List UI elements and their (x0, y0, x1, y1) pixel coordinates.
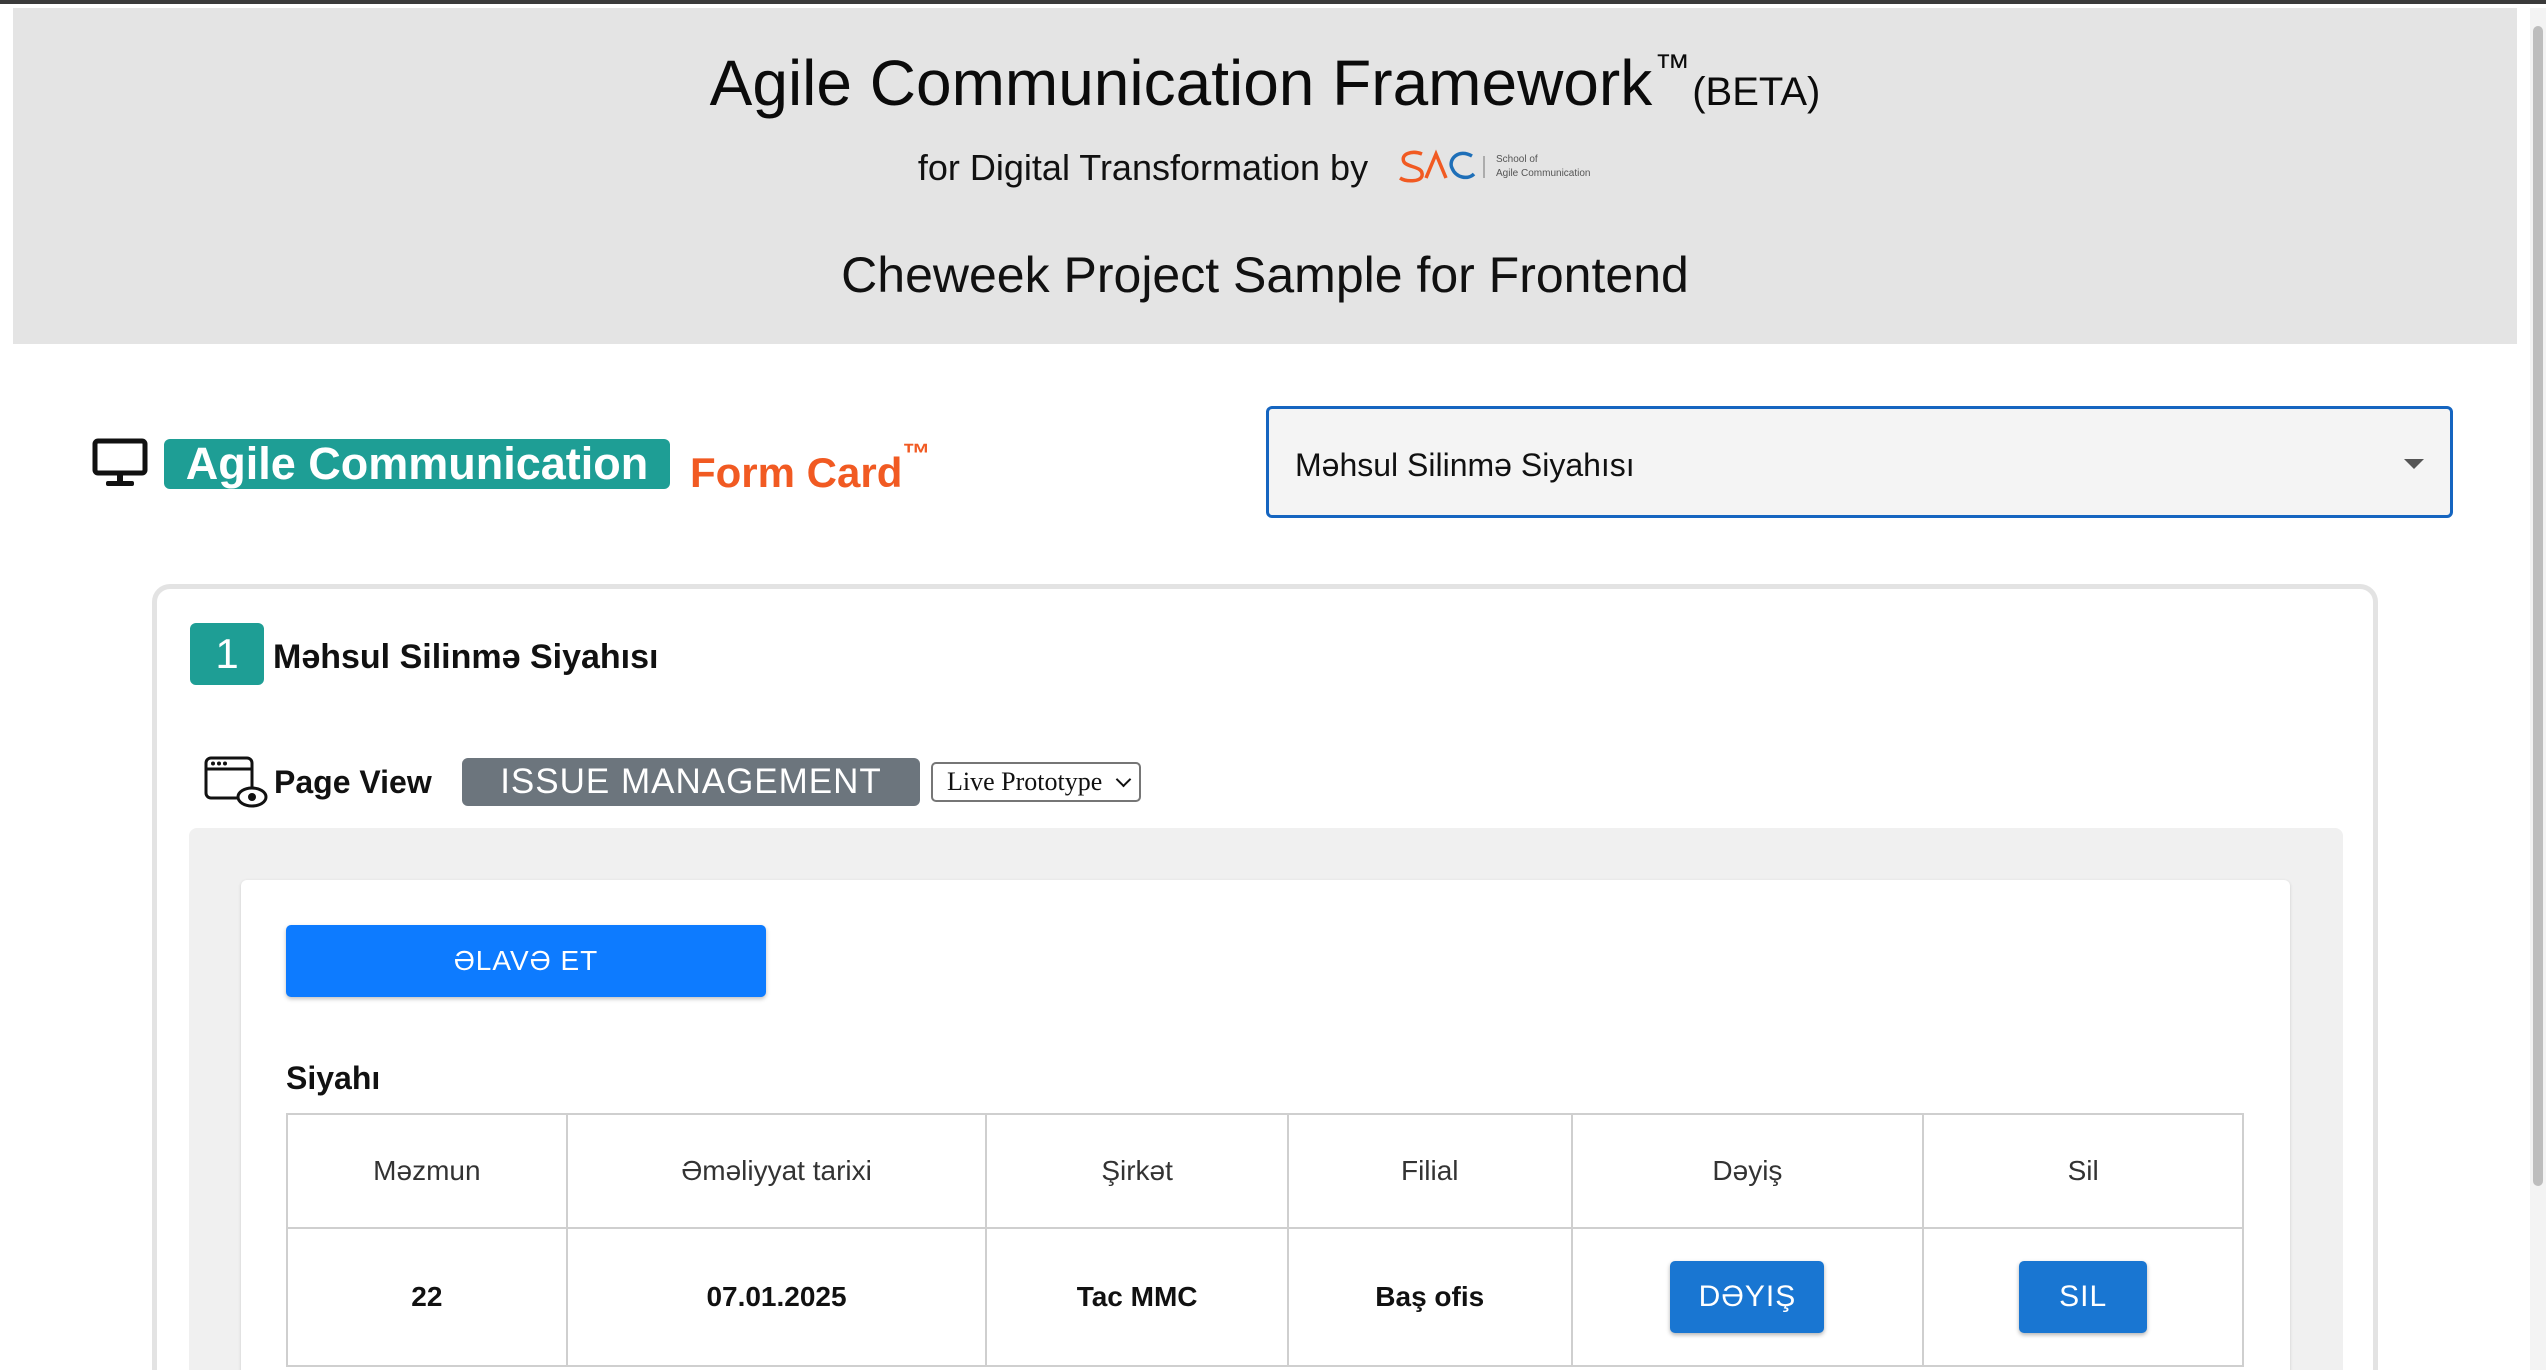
form-select-value: Məhsul Silinmə Siyahısı (1295, 447, 1635, 483)
cell-branch: Baş ofis (1286, 1227, 1573, 1367)
svg-text:School of: School of (1496, 154, 1538, 165)
form-select[interactable]: Məhsul Silinmə Siyahısı (1266, 406, 2453, 518)
column-header: Məzmun (286, 1113, 568, 1229)
svg-text:Agile Communication: Agile Communication (1496, 168, 1591, 179)
header: Agile Communication Framework™(BETA) for… (13, 8, 2517, 344)
form-card-text: Form Card (690, 449, 903, 496)
scrollbar-thumb[interactable] (2533, 26, 2543, 1186)
page-view-label: Page View (274, 764, 432, 800)
live-prototype-value: Live Prototype (947, 767, 1103, 796)
sac-logo: School of Agile Communication (1398, 146, 1612, 195)
delete-button[interactable]: SIL (2019, 1261, 2148, 1333)
card-number-badge: 1 (190, 623, 264, 685)
column-header: Dəyiş (1570, 1113, 1925, 1229)
edit-button[interactable]: DƏYIŞ (1670, 1261, 1825, 1333)
column-header: Filial (1286, 1113, 1573, 1229)
cell-edit: DƏYIŞ (1570, 1227, 1925, 1367)
beta-label: (BETA) (1692, 70, 1821, 114)
add-button[interactable]: ƏLAVƏ ET (286, 925, 766, 997)
monitor-icon (92, 438, 148, 486)
column-header: Şirkət (985, 1113, 1289, 1229)
column-header: Əməliyyat tarixi (565, 1113, 988, 1229)
page-view-icon (204, 756, 268, 808)
cell-content: 22 (286, 1227, 568, 1367)
chevron-down-icon (1115, 771, 1132, 788)
form-card-label: Form Card™ (690, 438, 930, 497)
agile-communication-badge: Agile Communication (164, 439, 670, 489)
table-header-row: Məzmun Əməliyyat tarixi Şirkət Filial Də… (286, 1113, 2244, 1229)
issue-management-badge: ISSUE MANAGEMENT (462, 758, 920, 806)
title-text: Agile Communication Framework (709, 47, 1653, 119)
subtitle: for Digital Transformation by School of … (13, 146, 2517, 195)
cell-company: Tac MMC (985, 1227, 1289, 1367)
trademark: ™ (1654, 46, 1691, 87)
app-title: Agile Communication Framework™(BETA) (13, 46, 2517, 120)
form-card-trademark: ™ (902, 438, 931, 469)
list-title: Siyahı (286, 1060, 381, 1096)
project-title: Cheweek Project Sample for Frontend (841, 247, 1689, 303)
live-prototype-select[interactable]: Live Prototype (931, 762, 1141, 802)
cell-date: 07.01.2025 (565, 1227, 988, 1367)
items-table: Məzmun Əməliyyat tarixi Şirkət Filial Də… (286, 1113, 2244, 1367)
card-title: Məhsul Silinmə Siyahısı (273, 638, 659, 676)
dropdown-caret-icon (2404, 459, 2424, 469)
column-header: Sil (1922, 1113, 2244, 1229)
table-row: 22 07.01.2025 Tac MMC Baş ofis DƏYIŞ SIL (286, 1227, 2244, 1367)
page: Agile Communication Framework™(BETA) for… (0, 0, 2546, 1370)
subtitle-text: for Digital Transformation by (917, 147, 1369, 189)
cell-delete: SIL (1922, 1227, 2244, 1367)
